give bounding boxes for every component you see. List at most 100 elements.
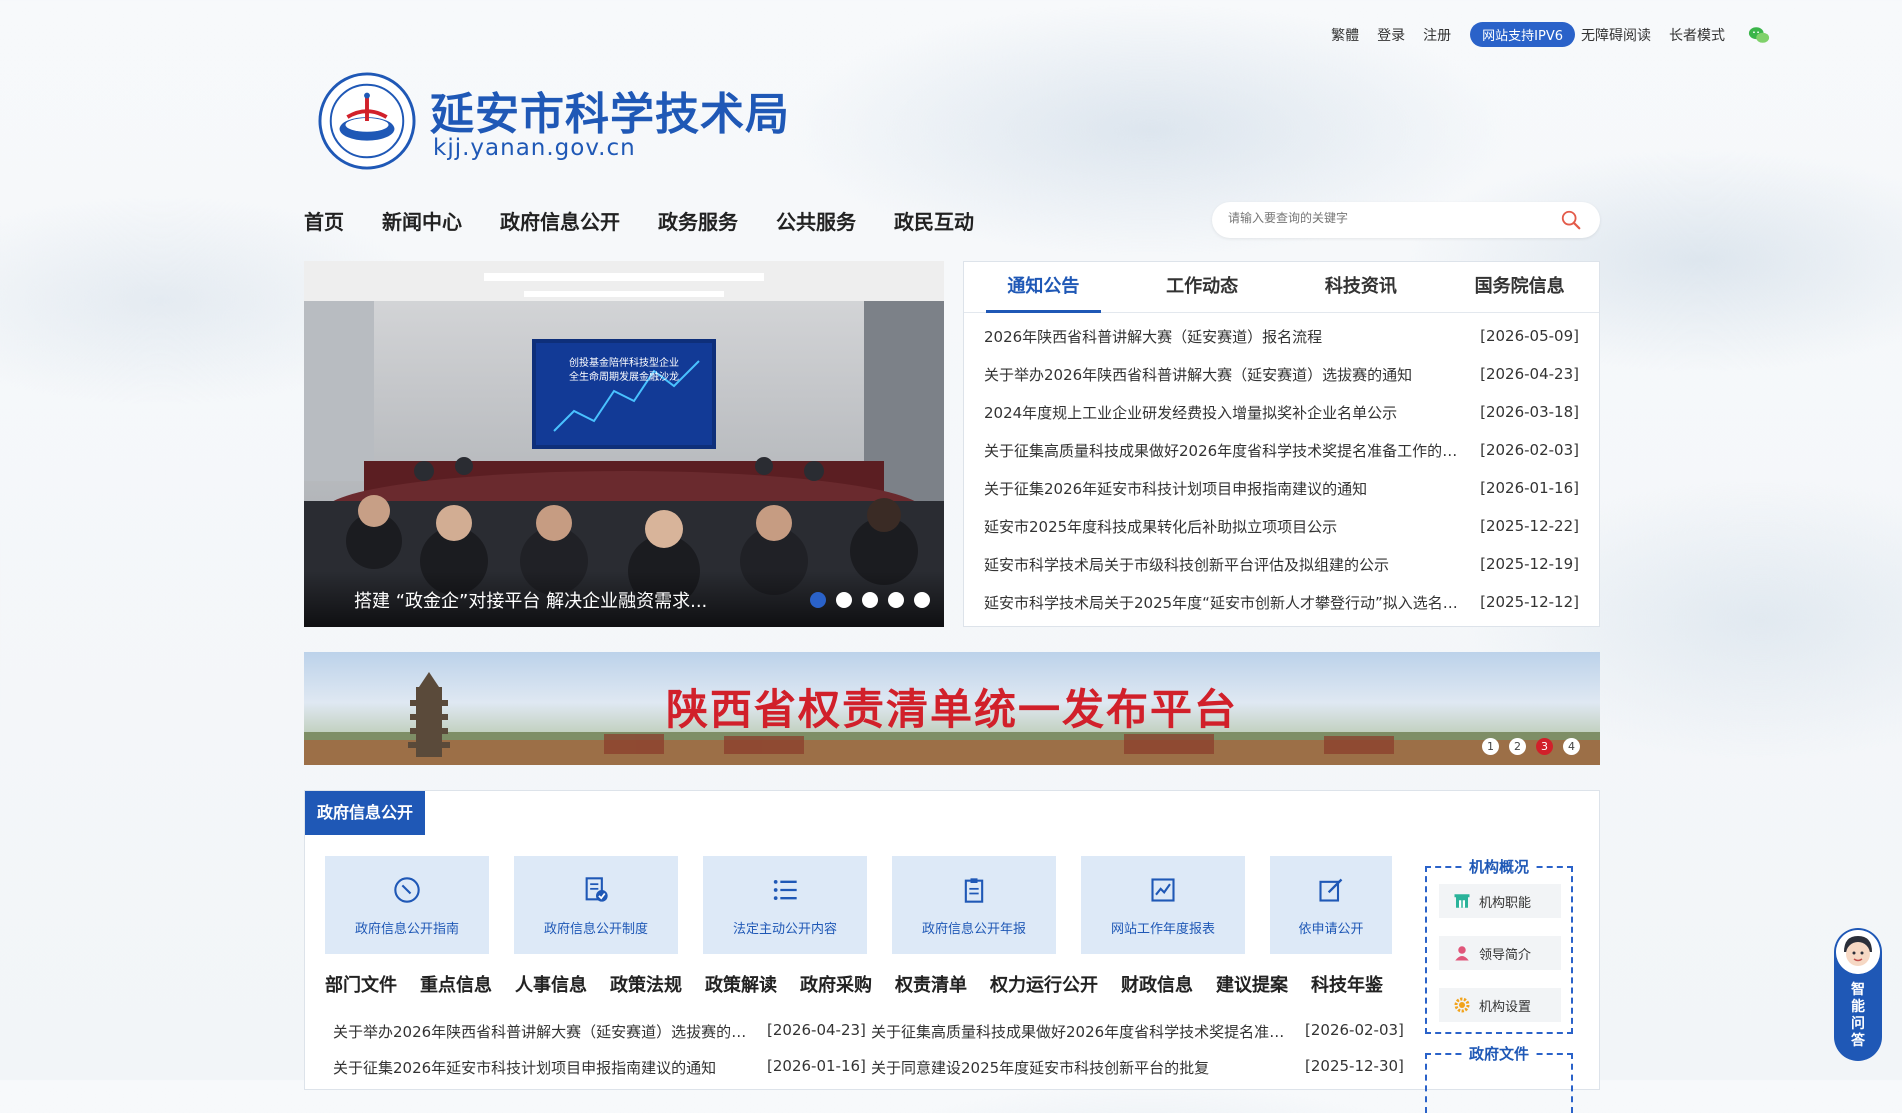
card-annual-report[interactable]: 政府信息公开年报 bbox=[892, 856, 1056, 954]
category-personnel[interactable]: 人事信息 bbox=[515, 971, 587, 997]
notice-date: [2026-03-18] bbox=[1480, 403, 1579, 421]
org-overview-title: 机构概况 bbox=[1462, 858, 1535, 876]
nav-item-services[interactable]: 政务服务 bbox=[658, 206, 738, 235]
notice-date: [2025-12-19] bbox=[1480, 555, 1579, 573]
gov-info-section: 政府信息公开 政府信息公开指南 政府信息公开制度 法定主动公开内容 政府信息公开… bbox=[304, 790, 1600, 1113]
login-link[interactable]: 登录 bbox=[1377, 25, 1405, 45]
site-title: 延安市科学技术局 bbox=[430, 89, 790, 140]
nav-item-public-services[interactable]: 公共服务 bbox=[776, 206, 856, 235]
card-label: 网站工作年度报表 bbox=[1110, 922, 1215, 937]
card-gov-info-guide[interactable]: 政府信息公开指南 bbox=[325, 856, 489, 954]
nav-item-news[interactable]: 新闻中心 bbox=[382, 206, 462, 235]
category-policy-laws[interactable]: 政策法规 bbox=[610, 971, 682, 997]
slider-dot-5[interactable] bbox=[914, 592, 930, 608]
gov-item-title[interactable]: 关于征集高质量科技成果做好2026年度省科学技术奖提名准备工作的通知 bbox=[871, 1021, 1291, 1042]
card-website-report[interactable]: 网站工作年度报表 bbox=[1081, 856, 1245, 954]
leadership-button[interactable]: 领导简介 bbox=[1439, 936, 1561, 970]
category-procurement[interactable]: 政府采购 bbox=[800, 971, 872, 997]
traditional-chinese-link[interactable]: 繁體 bbox=[1331, 25, 1359, 45]
news-slider[interactable]: 创投基金陪伴科技型企业 全生命周期发展金融沙龙 搭建 “政金企”对接平台 解决企… bbox=[304, 261, 944, 627]
gov-item-date: [2025-12-30] bbox=[1305, 1056, 1404, 1075]
document-check-icon bbox=[585, 877, 608, 902]
banner-page-4[interactable]: 4 bbox=[1563, 738, 1580, 755]
search-box bbox=[1212, 202, 1600, 238]
bureau-emblem-logo[interactable] bbox=[318, 72, 416, 170]
category-proposals[interactable]: 建议提案 bbox=[1216, 971, 1288, 997]
notice-date: [2025-12-22] bbox=[1480, 517, 1579, 535]
svg-text:创投基金陪伴科技型企业: 创投基金陪伴科技型企业 bbox=[569, 356, 679, 369]
gov-item-title[interactable]: 关于征集2026年延安市科技计划项目申报指南建议的通知 bbox=[333, 1057, 753, 1078]
gov-item-title[interactable]: 关于同意建设2025年度延安市科技创新平台的批复 bbox=[871, 1057, 1291, 1078]
category-dept-files[interactable]: 部门文件 bbox=[325, 971, 397, 997]
notice-title[interactable]: 延安市科学技术局关于市级科技创新平台评估及拟组建的公示 bbox=[984, 554, 1460, 575]
slider-dot-1[interactable] bbox=[810, 592, 826, 608]
category-key-info[interactable]: 重点信息 bbox=[420, 971, 492, 997]
card-statutory-content[interactable]: 法定主动公开内容 bbox=[703, 856, 867, 954]
org-structure-button[interactable]: 机构设置 bbox=[1439, 988, 1561, 1022]
platform-banner[interactable]: 陕西省权责清单统一发布平台 1 2 3 4 bbox=[304, 652, 1600, 765]
main-navigation: 首页 新闻中心 政府信息公开 政务服务 公共服务 政民互动 bbox=[304, 206, 1012, 235]
nav-item-gov-info[interactable]: 政府信息公开 bbox=[500, 206, 620, 235]
gov-files-title[interactable]: 政府文件 bbox=[1462, 1045, 1535, 1063]
notice-date: [2026-05-09] bbox=[1480, 327, 1579, 345]
org-functions-button[interactable]: 机构职能 bbox=[1439, 884, 1561, 918]
gov-info-categories: 部门文件 重点信息 人事信息 政策法规 政策解读 政府采购 权责清单 权力运行公… bbox=[325, 971, 1406, 997]
card-apply-disclosure[interactable]: 依申请公开 bbox=[1270, 856, 1392, 954]
category-policy-interpretation[interactable]: 政策解读 bbox=[705, 971, 777, 997]
list-item: 延安市科学技术局关于市级科技创新平台评估及拟组建的公示 [2025-12-19] bbox=[964, 545, 1599, 583]
list-item: 关于举办2026年陕西省科普讲解大赛（延安赛道）选拔赛的通知 [2026-04-2… bbox=[964, 355, 1599, 393]
gov-info-list: 关于举办2026年陕西省科普讲解大赛（延安赛道）选拔赛的通知 [2026-04-… bbox=[333, 1013, 1409, 1085]
nav-item-interaction[interactable]: 政民互动 bbox=[894, 206, 974, 235]
card-label: 依申请公开 bbox=[1298, 922, 1364, 937]
notice-title[interactable]: 2026年陕西省科普讲解大赛（延安赛道）报名流程 bbox=[984, 326, 1460, 347]
chart-report-icon bbox=[1151, 878, 1175, 902]
category-powers-list[interactable]: 权责清单 bbox=[895, 971, 967, 997]
list-item: 延安市科学技术局关于2025年度“延安市创新人才攀登行动”拟入选名单的公示 [20… bbox=[964, 583, 1599, 621]
card-gov-info-system[interactable]: 政府信息公开制度 bbox=[514, 856, 678, 954]
category-yearbook[interactable]: 科技年鉴 bbox=[1311, 971, 1383, 997]
card-label: 政府信息公开年报 bbox=[921, 922, 1026, 937]
assistant-label: 智能问答 bbox=[1834, 982, 1882, 1050]
register-link[interactable]: 注册 bbox=[1423, 25, 1451, 45]
elder-mode-link[interactable]: 长者模式 bbox=[1669, 25, 1725, 45]
accessible-reading-link[interactable]: 无障碍阅读 bbox=[1581, 25, 1651, 45]
search-icon[interactable] bbox=[1560, 209, 1582, 231]
svg-text:全生命周期发展金融沙龙: 全生命周期发展金融沙龙 bbox=[569, 370, 679, 383]
tab-work-updates[interactable]: 工作动态 bbox=[1123, 262, 1282, 312]
tab-notices[interactable]: 通知公告 bbox=[964, 262, 1123, 313]
slider-dot-4[interactable] bbox=[888, 592, 904, 608]
ipv6-badge[interactable]: 网站支持IPV6 bbox=[1470, 22, 1575, 47]
category-power-operation[interactable]: 权力运行公开 bbox=[990, 971, 1098, 997]
tab-state-council[interactable]: 国务院信息 bbox=[1440, 262, 1599, 312]
person-icon bbox=[1455, 946, 1469, 961]
category-finance[interactable]: 财政信息 bbox=[1121, 971, 1193, 997]
notice-panel: 通知公告 工作动态 科技资讯 国务院信息 2026年陕西省科普讲解大赛（延安赛道… bbox=[963, 261, 1600, 627]
banner-page-2[interactable]: 2 bbox=[1509, 738, 1526, 755]
notice-title[interactable]: 关于征集高质量科技成果做好2026年度省科学技术奖提名准备工作的通知 bbox=[984, 440, 1460, 461]
banner-page-3[interactable]: 3 bbox=[1536, 738, 1553, 755]
gov-files-box: 政府文件 bbox=[1425, 1045, 1573, 1113]
tab-tech-news[interactable]: 科技资讯 bbox=[1282, 262, 1441, 312]
banner-page-1[interactable]: 1 bbox=[1482, 738, 1499, 755]
slider-dot-2[interactable] bbox=[836, 592, 852, 608]
gear-icon bbox=[1454, 997, 1470, 1013]
slider-caption-bar: 搭建 “政金企”对接平台 解决企业融资需求... bbox=[304, 571, 944, 627]
nav-item-home[interactable]: 首页 bbox=[304, 206, 344, 235]
list-item: 关于举办2026年陕西省科普讲解大赛（延安赛道）选拔赛的通知 [2026-04-… bbox=[333, 1021, 871, 1042]
wechat-icon[interactable] bbox=[1748, 24, 1770, 46]
list-item: 关于征集高质量科技成果做好2026年度省科学技术奖提名准备工作的通知 [2026-… bbox=[964, 431, 1599, 469]
site-domain: kjj.yanan.gov.cn bbox=[433, 135, 636, 161]
gov-item-date: [2026-04-23] bbox=[767, 1020, 866, 1039]
slider-caption[interactable]: 搭建 “政金企”对接平台 解决企业融资需求... bbox=[354, 587, 707, 613]
notice-title[interactable]: 2024年度规上工业企业研发经费投入增量拟奖补企业名单公示 bbox=[984, 402, 1460, 423]
slider-dot-3[interactable] bbox=[862, 592, 878, 608]
gov-item-title[interactable]: 关于举办2026年陕西省科普讲解大赛（延安赛道）选拔赛的通知 bbox=[333, 1021, 753, 1042]
notice-title[interactable]: 延安市2025年度科技成果转化后补助拟立项项目公示 bbox=[984, 516, 1460, 537]
card-label: 政府信息公开制度 bbox=[543, 922, 648, 937]
smart-qa-button[interactable]: 智能问答 bbox=[1834, 928, 1882, 1061]
notice-title[interactable]: 关于征集2026年延安市科技计划项目申报指南建议的通知 bbox=[984, 478, 1460, 499]
search-input[interactable] bbox=[1226, 210, 1550, 226]
notice-title[interactable]: 延安市科学技术局关于2025年度“延安市创新人才攀登行动”拟入选名单的公示 bbox=[984, 592, 1460, 613]
notice-title[interactable]: 关于举办2026年陕西省科普讲解大赛（延安赛道）选拔赛的通知 bbox=[984, 364, 1460, 385]
notice-tabs: 通知公告 工作动态 科技资讯 国务院信息 bbox=[964, 262, 1599, 313]
